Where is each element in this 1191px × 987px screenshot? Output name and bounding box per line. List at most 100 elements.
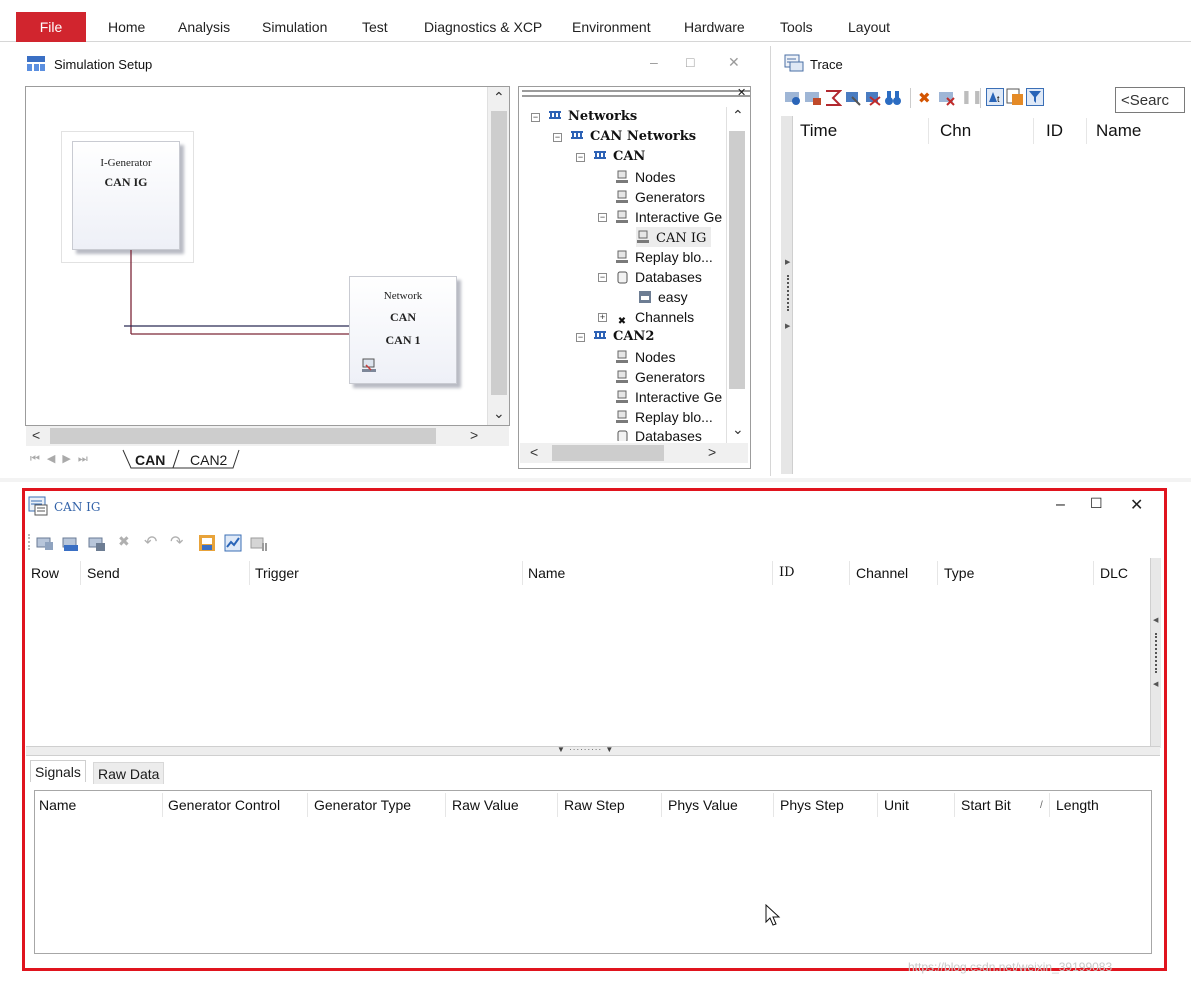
- tree-can-generators[interactable]: Generators: [615, 187, 705, 207]
- delete-icon[interactable]: ✖: [918, 89, 931, 107]
- tree-can-db-easy[interactable]: easy: [638, 287, 688, 307]
- sig-col-name[interactable]: Name: [39, 797, 76, 813]
- trace-col-time[interactable]: Time: [800, 121, 837, 141]
- sig-col-unit[interactable]: Unit: [884, 797, 909, 813]
- trace-tool-icon-2[interactable]: [804, 89, 822, 107]
- ig-block[interactable]: I-Generator CAN IG: [72, 141, 180, 250]
- menu-hardware[interactable]: Hardware: [684, 19, 745, 35]
- canvas-vertical-scrollbar[interactable]: ⌃ ⌄: [487, 87, 509, 425]
- redo-icon[interactable]: ↷: [170, 532, 183, 552]
- col-row[interactable]: Row: [31, 565, 59, 581]
- expander-interactive-generators[interactable]: −: [598, 213, 607, 222]
- tree-can2[interactable]: CAN2: [593, 327, 654, 347]
- trace-search-placeholder: <Searc: [1121, 92, 1169, 109]
- expander-can2[interactable]: −: [576, 333, 585, 342]
- menu-tools[interactable]: Tools: [780, 19, 813, 35]
- tree-close-icon[interactable]: ✕: [737, 86, 746, 99]
- menu-analysis[interactable]: Analysis: [178, 19, 230, 35]
- col-name[interactable]: Name: [528, 565, 565, 581]
- tab-can[interactable]: CAN: [135, 452, 165, 468]
- expander-can-networks[interactable]: −: [553, 133, 562, 142]
- col-channel[interactable]: Channel: [856, 565, 908, 581]
- tree-horizontal-scrollbar[interactable]: < >: [520, 443, 748, 463]
- add-fd-frame-icon[interactable]: [62, 534, 80, 552]
- expander-networks[interactable]: −: [531, 113, 540, 122]
- sig-col-raw-step[interactable]: Raw Step: [564, 797, 625, 813]
- trace-tool-icon-4[interactable]: [844, 89, 862, 107]
- trace-col-id[interactable]: ID: [1046, 121, 1063, 141]
- trace-col-name[interactable]: Name: [1096, 121, 1141, 141]
- canig-maximize-button[interactable]: ☐: [1090, 495, 1103, 512]
- horizontal-splitter[interactable]: [0, 478, 1191, 482]
- menu-simulation[interactable]: Simulation: [262, 19, 327, 35]
- tree-can2-nodes[interactable]: Nodes: [615, 347, 675, 367]
- menu-environment[interactable]: Environment: [572, 19, 651, 35]
- add-frame-icon[interactable]: [36, 534, 54, 552]
- sig-col-generator-type[interactable]: Generator Type: [314, 797, 411, 813]
- tree-can-ig-item[interactable]: CAN IG: [636, 227, 712, 247]
- menu-diagnostics[interactable]: Diagnostics & XCP: [424, 19, 542, 35]
- tree-can-channels[interactable]: ✖ Channels: [615, 307, 694, 327]
- trace-search-input[interactable]: <Searc: [1115, 87, 1185, 113]
- expander-databases[interactable]: −: [598, 273, 607, 282]
- trace-tool-icon-3[interactable]: [824, 89, 842, 107]
- tree-can2-databases[interactable]: Databases: [615, 427, 702, 441]
- sig-col-phys-step[interactable]: Phys Step: [780, 797, 844, 813]
- tab-can2[interactable]: CAN2: [190, 452, 227, 468]
- add-frame-from-db-icon[interactable]: [88, 534, 106, 552]
- delete-frame-icon[interactable]: ✖: [118, 533, 130, 550]
- expander-channels[interactable]: +: [598, 313, 607, 322]
- menu-test[interactable]: Test: [362, 19, 388, 35]
- menu-home[interactable]: Home: [108, 19, 145, 35]
- send-all-icon[interactable]: [250, 534, 268, 552]
- tree-can-nodes[interactable]: Nodes: [615, 167, 675, 187]
- graph-icon[interactable]: [224, 534, 242, 552]
- sim-maximize-button[interactable]: □: [686, 54, 694, 70]
- col-send[interactable]: Send: [87, 565, 120, 581]
- sort-icon[interactable]: t: [986, 88, 1004, 106]
- trace-tool-icon-8[interactable]: [1006, 88, 1024, 106]
- sim-close-button[interactable]: ✕: [728, 54, 740, 71]
- tree-networks[interactable]: Networks: [548, 107, 637, 127]
- sig-col-length[interactable]: Length: [1056, 797, 1099, 813]
- trace-tool-icon-5[interactable]: [864, 89, 882, 107]
- import-icon[interactable]: [198, 534, 216, 552]
- trace-col-chn[interactable]: Chn: [940, 121, 971, 141]
- frames-table-body[interactable]: [26, 590, 1150, 746]
- tree-can-databases[interactable]: Databases: [615, 267, 702, 287]
- menu-layout[interactable]: Layout: [848, 19, 890, 35]
- tree-can[interactable]: CAN: [593, 147, 645, 167]
- tree-can-replay-blocks[interactable]: Replay blo...: [615, 247, 713, 267]
- tree-can2-interactive-generators[interactable]: Interactive Ge: [615, 387, 722, 407]
- tab-raw-data[interactable]: Raw Data: [93, 762, 165, 784]
- sim-minimize-button[interactable]: –: [650, 54, 658, 70]
- menu-file[interactable]: File: [16, 12, 86, 42]
- sig-col-raw-value[interactable]: Raw Value: [452, 797, 519, 813]
- signals-table[interactable]: [34, 790, 1152, 954]
- col-id[interactable]: ID: [779, 565, 795, 580]
- tree-can2-generators[interactable]: Generators: [615, 367, 705, 387]
- trace-tool-icon-1[interactable]: [784, 89, 802, 107]
- expander-can[interactable]: −: [576, 153, 585, 162]
- filter-icon[interactable]: [1026, 88, 1044, 106]
- tree-vertical-scrollbar[interactable]: ⌃ ⌄: [726, 107, 746, 443]
- canvas-horizontal-scrollbar[interactable]: < >: [26, 426, 509, 446]
- node-icon: [616, 370, 628, 383]
- clear-filter-icon[interactable]: [938, 89, 956, 107]
- canig-close-button[interactable]: ✕: [1130, 495, 1143, 515]
- tree-can-networks[interactable]: CAN Networks: [570, 127, 696, 147]
- sig-col-start-bit[interactable]: Start Bit: [961, 797, 1011, 813]
- sig-col-phys-value[interactable]: Phys Value: [668, 797, 738, 813]
- sig-col-generator-control[interactable]: Generator Control: [168, 797, 280, 813]
- undo-icon[interactable]: ↶: [144, 532, 157, 552]
- canig-minimize-button[interactable]: –: [1056, 496, 1065, 514]
- tree-can2-replay-blocks[interactable]: Replay blo...: [615, 407, 713, 427]
- col-dlc[interactable]: DLC: [1100, 565, 1128, 581]
- col-type[interactable]: Type: [944, 565, 974, 581]
- tab-signals[interactable]: Signals: [30, 760, 86, 782]
- binoculars-icon[interactable]: [884, 89, 902, 107]
- tab-nav-arrows[interactable]: ⏮◀▶⏭: [30, 452, 95, 466]
- tree-label: CAN Networks: [590, 129, 697, 144]
- tree-can-interactive-generators[interactable]: Interactive Ge: [615, 207, 722, 227]
- col-trigger[interactable]: Trigger: [255, 565, 299, 581]
